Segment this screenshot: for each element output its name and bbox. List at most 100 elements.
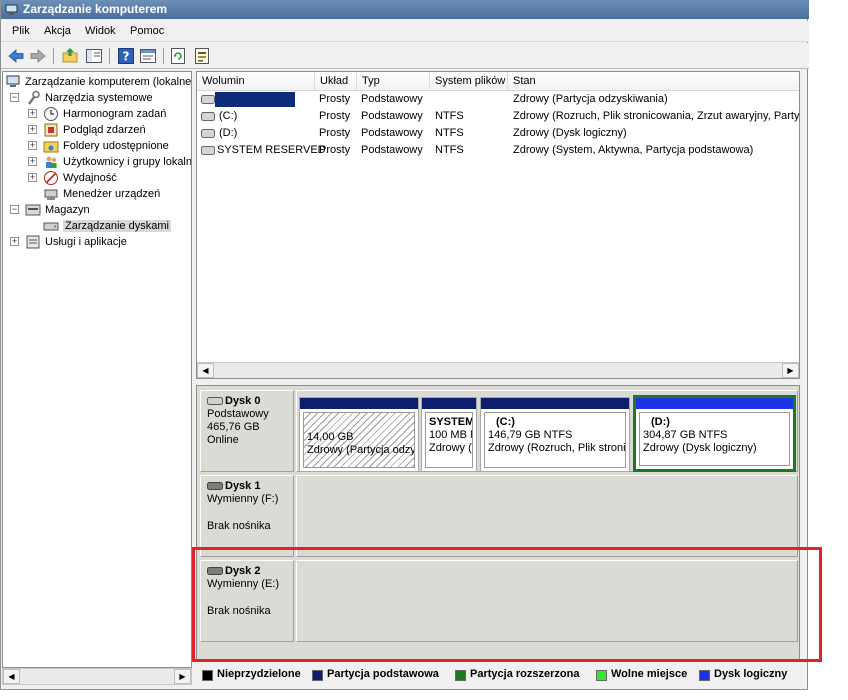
menu-action[interactable]: Akcja [44,25,71,37]
tree-item-root[interactable]: Zarządzanie komputerem (lokalne) [5,74,191,90]
computer-management-icon [6,75,20,87]
volume-list: Wolumin Układ Typ System plików Stan Pro… [196,71,800,379]
tree-item-disk-management[interactable]: Zarządzanie dyskami [28,218,171,234]
partition-d[interactable]: (D:) 304,87 GB NTFS Zdrowy (Dysk logiczn… [633,395,796,472]
scroll-left-icon[interactable]: ◀ [197,363,214,378]
window-title: Zarządzanie komputerem [23,2,168,16]
disk-0-label[interactable]: Dysk 0 Podstawowy 465,76 GB Online [200,390,294,472]
legend-label-logical: Dysk logiczny [714,668,788,680]
scroll-left-icon[interactable]: ◀ [3,669,20,684]
scroll-right-icon[interactable]: ▶ [174,669,191,684]
cell-layout: Prosty [319,93,351,105]
drive-icon [201,95,215,104]
partition-status: Zdrowy (Rozruch, Plik stronic [488,442,626,454]
forward-arrow-icon[interactable] [29,47,47,65]
legend-label-extended: Partycja rozszerzona [470,668,580,680]
disk-view: Dysk 0 Podstawowy 465,76 GB Online 14,00… [196,385,800,662]
cell-status: Zdrowy (Partycja odzyskiwania) [513,93,668,105]
cell-status: Zdrowy (System, Aktywna, Partycja podsta… [513,144,754,156]
up-folder-icon[interactable] [61,47,79,65]
expand-icon[interactable]: + [28,109,37,118]
disk-state: Brak nośnika [207,605,271,617]
expand-icon[interactable]: + [10,237,19,246]
cell-filesystem: NTFS [435,144,464,156]
disk-2-label[interactable]: Dysk 2 Wymienny (E:) Brak nośnika [200,560,294,642]
partition-body: (D:) 304,87 GB NTFS Zdrowy (Dysk logiczn… [639,412,790,466]
toolbar-separator [53,48,54,64]
properties-icon[interactable] [139,47,157,65]
table-row[interactable]: Prosty Podstawowy Zdrowy (Partycja odzys… [197,91,799,108]
menu-help[interactable]: Pomoc [130,25,164,37]
partition-recovery[interactable]: 14,00 GB Zdrowy (Partycja odzy [299,397,419,472]
primary-partition-bar [481,398,629,409]
collapse-icon[interactable]: − [10,93,19,102]
disk-type: Wymienny (E:) [207,578,280,590]
expand-icon[interactable]: + [28,157,37,166]
export-icon[interactable] [193,47,211,65]
shared-folder-icon [43,141,59,153]
cell-type: Podstawowy [361,144,423,156]
help-icon[interactable]: ? [117,47,135,65]
legend-swatch-primary [312,670,323,681]
tree-item-task-scheduler[interactable]: + Harmonogram zadań [28,106,166,122]
disk-0-partitions: 14,00 GB Zdrowy (Partycja odzy SYSTEM 10… [296,390,798,472]
cell-volume: (D:) [219,127,238,139]
storage-icon [25,204,41,216]
partition-title: (D:) [651,416,670,428]
expand-icon[interactable]: + [28,173,37,182]
disk-1-label[interactable]: Dysk 1 Wymienny (F:) Brak nośnika [200,475,294,557]
partition-system-reserved[interactable]: SYSTEM 100 MB N Zdrowy ( [421,397,477,472]
volume-horizontal-scrollbar[interactable]: ◀ ▶ [197,362,799,378]
partition-c[interactable]: (C:) 146,79 GB NTFS Zdrowy (Rozruch, Pli… [480,397,630,472]
partition-body: 14,00 GB Zdrowy (Partycja odzy [303,412,415,468]
expand-icon[interactable]: + [28,125,37,134]
column-header-status[interactable]: Stan [508,72,799,91]
drive-icon [201,112,215,121]
redacted-volume-name [215,92,295,107]
removable-disk-icon [207,567,223,575]
menu-file[interactable]: Plik [12,25,30,37]
column-header-filesystem[interactable]: System plików [430,72,508,91]
tree-item-performance[interactable]: + Wydajność [28,170,117,186]
tree-item-event-viewer[interactable]: + Podgląd zdarzeń [28,122,146,138]
toolbar: ? [1,43,809,69]
table-row[interactable]: SYSTEM RESERVED Prosty Podstawowy NTFS Z… [197,142,799,159]
menu-bar: Plik Akcja Widok Pomoc [1,21,809,42]
cell-type: Podstawowy [361,93,423,105]
partition-size: 14,00 GB [307,431,354,443]
partition-status: Zdrowy ( [429,442,472,454]
back-arrow-icon[interactable] [7,47,25,65]
tree-item-users-groups[interactable]: + Użytkownicy i grupy lokalne [28,154,191,170]
console-tree-icon[interactable] [85,47,103,65]
expand-icon[interactable]: + [28,141,37,150]
tree-item-system-tools[interactable]: − Narzędzia systemowe [10,90,153,106]
console-tree: Zarządzanie komputerem (lokalne) − Narzę… [2,71,192,668]
partition-body: SYSTEM 100 MB N Zdrowy ( [425,412,473,468]
clock-icon [44,107,58,121]
table-row[interactable]: (C:) Prosty Podstawowy NTFS Zdrowy (Rozr… [197,108,799,125]
column-header-type[interactable]: Typ [357,72,430,91]
disk-state: Brak nośnika [207,520,271,532]
tree-item-device-manager[interactable]: Menedżer urządzeń [28,186,160,202]
cell-layout: Prosty [319,144,351,156]
scroll-right-icon[interactable]: ▶ [782,363,799,378]
primary-partition-bar [300,398,418,409]
column-header-volume[interactable]: Wolumin [197,72,315,91]
tree-item-storage[interactable]: − Magazyn [10,202,90,218]
refresh-icon[interactable] [169,47,187,65]
column-header-layout[interactable]: Układ [315,72,357,91]
toolbar-separator [109,48,110,64]
users-icon [46,156,57,168]
partition-title: (C:) [496,416,515,428]
partition-size: 100 MB N [429,429,472,441]
tree-item-services-apps[interactable]: + Usługi i aplikacje [10,234,127,250]
collapse-icon[interactable]: − [10,205,19,214]
table-row[interactable]: (D:) Prosty Podstawowy NTFS Zdrowy (Dysk… [197,125,799,142]
drive-icon [201,146,215,155]
tree-label: Magazyn [45,204,90,216]
partition-status: Zdrowy (Dysk logiczny) [643,442,757,454]
menu-view[interactable]: Widok [85,25,116,37]
tree-item-shared-folders[interactable]: + Foldery udostępnione [28,138,169,154]
tree-label: Wydajność [63,172,117,184]
tree-horizontal-scrollbar[interactable]: ◀ ▶ [2,668,192,685]
